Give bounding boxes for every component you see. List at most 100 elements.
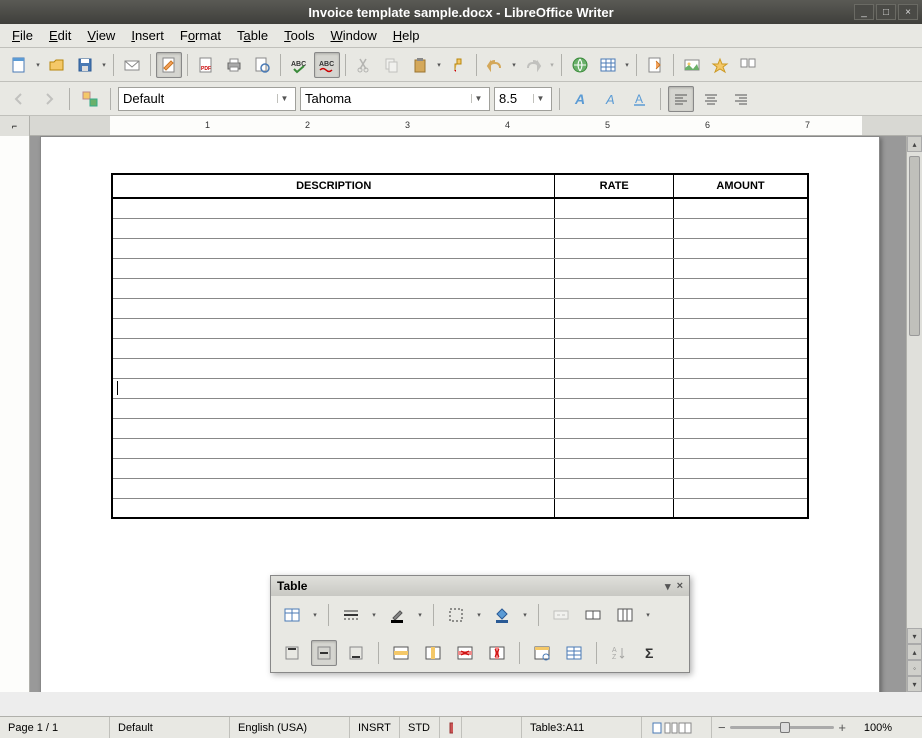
menu-file[interactable]: File (4, 26, 41, 45)
menu-window[interactable]: Window (323, 26, 385, 45)
align-right-button[interactable] (728, 86, 754, 112)
menu-tools[interactable]: Tools (276, 26, 322, 45)
hyperlink-button[interactable] (567, 52, 593, 78)
new-doc-dropdown[interactable]: ▾ (34, 61, 42, 69)
status-page[interactable]: Page 1 / 1 (0, 717, 110, 738)
status-modified-icon[interactable] (440, 717, 462, 738)
table-new-dropdown[interactable]: ▾ (311, 611, 319, 619)
slider-track[interactable] (730, 726, 835, 729)
table-new-button[interactable] (279, 602, 305, 628)
table-properties-button[interactable] (561, 640, 587, 666)
header-rate[interactable]: RATE (555, 174, 674, 198)
table-row[interactable] (112, 358, 808, 378)
font-name-combo[interactable]: Tahoma ▼ (300, 87, 490, 111)
zoom-button[interactable] (735, 52, 761, 78)
format-paintbrush-button[interactable] (445, 52, 471, 78)
new-doc-button[interactable] (6, 52, 32, 78)
table-row[interactable] (112, 318, 808, 338)
active-cell[interactable] (112, 378, 555, 398)
open-button[interactable] (44, 52, 70, 78)
gallery-button[interactable] (679, 52, 705, 78)
zoom-in-icon[interactable]: + (838, 720, 846, 735)
autospellcheck-button[interactable]: ABC (314, 52, 340, 78)
edit-mode-button[interactable] (156, 52, 182, 78)
status-signature[interactable] (462, 717, 522, 738)
optimize-button[interactable] (612, 602, 638, 628)
italic-button[interactable]: A (597, 86, 623, 112)
align-center-button[interactable] (698, 86, 724, 112)
scroll-down-button[interactable]: ▾ (907, 628, 922, 644)
slider-thumb[interactable] (780, 722, 790, 733)
bold-button[interactable]: A (567, 86, 593, 112)
vertical-scrollbar[interactable]: ▴ ▾ ▴ ◦ ▾ (906, 136, 922, 692)
copy-button[interactable] (379, 52, 405, 78)
zoom-out-icon[interactable]: − (718, 720, 726, 735)
align-left-button[interactable] (668, 86, 694, 112)
zoom-slider[interactable]: − + (712, 720, 852, 735)
cut-button[interactable] (351, 52, 377, 78)
line-style-button[interactable] (338, 602, 364, 628)
table-row[interactable] (112, 418, 808, 438)
table-row[interactable] (112, 498, 808, 518)
undo-button[interactable] (482, 52, 508, 78)
optimize-dropdown[interactable]: ▾ (644, 611, 652, 619)
paragraph-style-combo[interactable]: Default ▼ (118, 87, 296, 111)
table-toolbar-title[interactable]: Table ▾ × (271, 576, 689, 596)
toolbar-menu-icon[interactable]: ▾ (665, 580, 671, 593)
border-color-button[interactable] (384, 602, 410, 628)
font-size-combo[interactable]: 8.5 ▼ (494, 87, 552, 111)
table-row[interactable] (112, 338, 808, 358)
menu-insert[interactable]: Insert (123, 26, 172, 45)
scroll-up-button[interactable]: ▴ (907, 136, 922, 152)
page-down-button[interactable]: ▾ (907, 676, 922, 692)
nav-forward-button[interactable] (36, 86, 62, 112)
table-row[interactable] (112, 258, 808, 278)
valign-top-button[interactable] (279, 640, 305, 666)
close-button[interactable]: × (898, 4, 918, 20)
nav-back-button[interactable] (6, 86, 32, 112)
save-dropdown[interactable]: ▾ (100, 61, 108, 69)
email-button[interactable] (119, 52, 145, 78)
multi-page-icon[interactable] (664, 722, 678, 734)
merge-cells-button[interactable] (548, 602, 574, 628)
borders-dropdown[interactable]: ▾ (475, 611, 483, 619)
status-style[interactable]: Default (110, 717, 230, 738)
table-row[interactable] (112, 458, 808, 478)
split-cells-button[interactable] (580, 602, 606, 628)
redo-button[interactable] (520, 52, 546, 78)
status-language[interactable]: English (USA) (230, 717, 350, 738)
insert-table-button[interactable] (595, 52, 621, 78)
navigator-button[interactable] (707, 52, 733, 78)
save-button[interactable] (72, 52, 98, 78)
table-row[interactable] (112, 398, 808, 418)
valign-bottom-button[interactable] (343, 640, 369, 666)
paste-button[interactable] (407, 52, 433, 78)
menu-edit[interactable]: Edit (41, 26, 79, 45)
table-row[interactable] (112, 238, 808, 258)
table-row[interactable] (112, 218, 808, 238)
status-cell-ref[interactable]: Table3:A11 (522, 717, 642, 738)
minimize-button[interactable]: _ (854, 4, 874, 20)
page-up-button[interactable]: ▴ (907, 644, 922, 660)
bg-color-button[interactable] (489, 602, 515, 628)
maximize-button[interactable]: □ (876, 4, 896, 20)
line-style-dropdown[interactable]: ▾ (370, 611, 378, 619)
menu-format[interactable]: Format (172, 26, 229, 45)
table-row[interactable] (112, 198, 808, 218)
vertical-ruler[interactable] (0, 136, 30, 692)
valign-center-button[interactable] (311, 640, 337, 666)
underline-button[interactable]: A (627, 86, 653, 112)
table-floating-toolbar[interactable]: Table ▾ × ▾ ▾ ▾ ▾ ▾ ▾ AZ (270, 575, 690, 673)
table-row[interactable] (112, 278, 808, 298)
undo-dropdown[interactable]: ▾ (510, 61, 518, 69)
border-color-dropdown[interactable]: ▾ (416, 611, 424, 619)
status-selection-mode[interactable]: STD (400, 717, 440, 738)
styles-button[interactable] (642, 52, 668, 78)
scroll-thumb[interactable] (909, 156, 920, 336)
horizontal-ruler[interactable]: ⌐ 1 2 3 4 5 6 7 (0, 116, 922, 136)
table-row[interactable] (112, 378, 808, 398)
nav-target-button[interactable]: ◦ (907, 660, 922, 676)
autoformat-button[interactable] (529, 640, 555, 666)
zoom-percent[interactable]: 100% (852, 717, 900, 738)
single-page-icon[interactable] (650, 722, 664, 734)
